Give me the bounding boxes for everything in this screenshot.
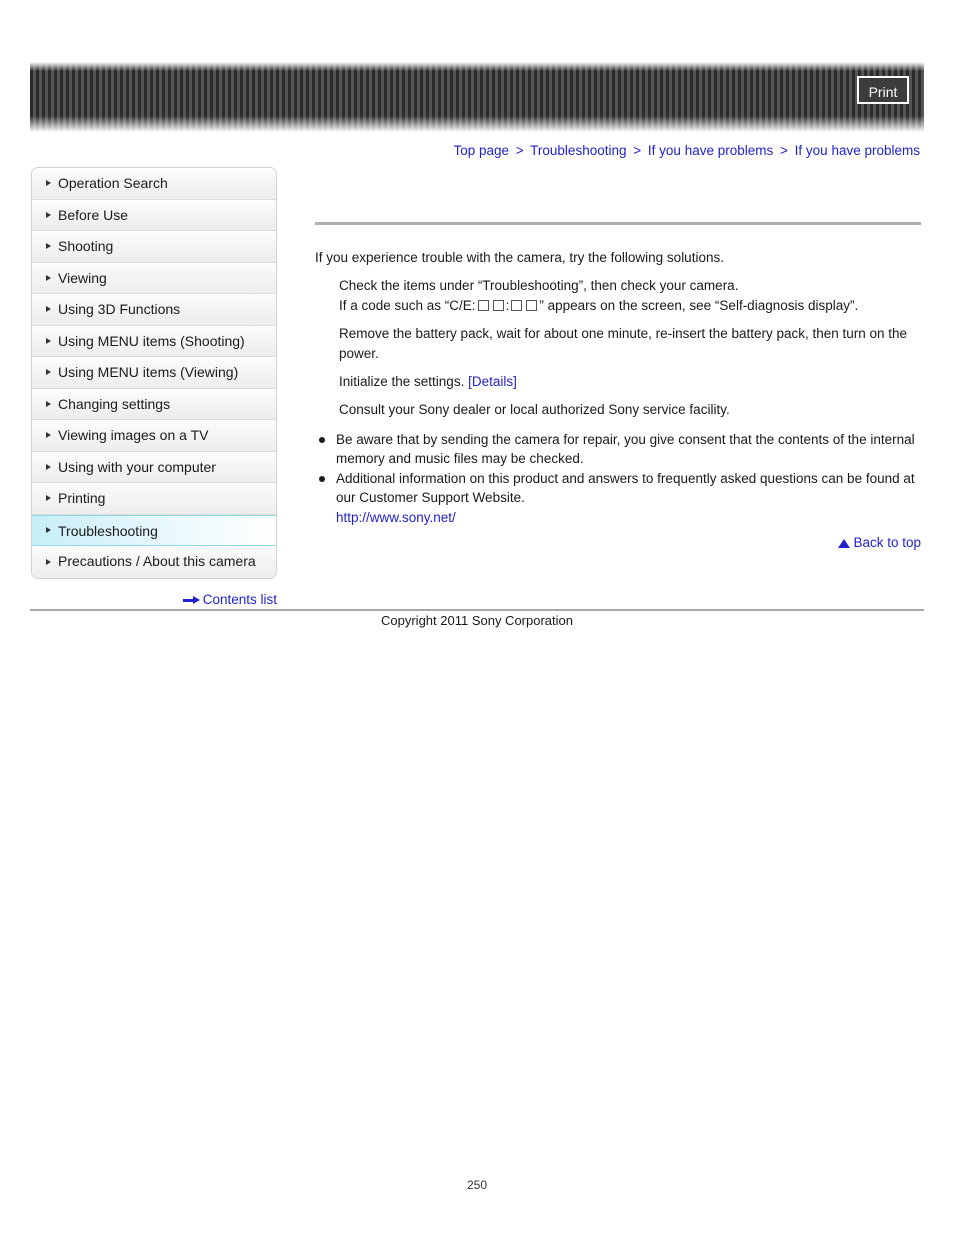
list-item: Additional information on this product a…: [315, 469, 921, 527]
notes-bullet-list: Be aware that by sending the camera for …: [315, 430, 921, 527]
triangle-up-icon: [838, 539, 851, 548]
breadcrumb-separator: >: [633, 143, 642, 158]
step-consult-dealer: Consult your Sony dealer or local author…: [339, 402, 730, 417]
arrow-right-icon: [182, 596, 200, 605]
sidebar-item-printing[interactable]: Printing: [32, 483, 276, 515]
sidebar-item-troubleshooting[interactable]: Troubleshooting: [32, 514, 276, 546]
sony-support-url-link[interactable]: http://www.sony.net/: [336, 508, 456, 527]
sidebar-item-using-menu-items-shooting[interactable]: Using MENU items (Shooting): [32, 325, 276, 357]
print-button[interactable]: Print: [857, 76, 909, 104]
intro-paragraph: If you experience trouble with the camer…: [315, 250, 724, 265]
step-code-suffix: ” appears on the screen, see “Self-diagn…: [539, 298, 859, 313]
step-code-mid: :: [505, 298, 510, 313]
triangle-bullet-icon: [46, 337, 51, 344]
breadcrumb-item-current[interactable]: If you have problems: [795, 143, 920, 158]
sidebar-item-using-menu-items-viewing[interactable]: Using MENU items (Viewing): [32, 357, 276, 389]
sidebar-item-label: Troubleshooting: [58, 522, 158, 539]
square-box-icon: [526, 300, 538, 311]
list-item: Be aware that by sending the camera for …: [315, 430, 921, 468]
breadcrumb-item-troubleshooting[interactable]: Troubleshooting: [530, 143, 626, 158]
square-box-icon: [492, 300, 504, 311]
sidebar-item-label: Before Use: [58, 206, 129, 223]
header-banner: Print: [30, 62, 924, 132]
sidebar-item-using-with-your-computer[interactable]: Using with your computer: [32, 451, 276, 483]
note-support-website: Additional information on this product a…: [336, 471, 915, 505]
sidebar-item-shooting[interactable]: Shooting: [32, 231, 276, 263]
sidebar-item-label: Using with your computer: [58, 458, 216, 475]
step-check-items: Check the items under “Troubleshooting”,…: [339, 278, 739, 293]
sidebar-item-label: Operation Search: [58, 175, 168, 191]
sidebar-item-viewing-images-on-a-tv[interactable]: Viewing images on a TV: [32, 420, 276, 452]
breadcrumb: Top page > Troubleshooting > If you have…: [453, 143, 920, 158]
main-content: If you experience trouble with the camer…: [315, 222, 921, 528]
triangle-bullet-icon: [46, 274, 51, 281]
triangle-bullet-icon: [46, 463, 51, 470]
contents-list-link[interactable]: Contents list: [31, 592, 277, 607]
square-box-icon: [511, 300, 523, 311]
sidebar-item-before-use[interactable]: Before Use: [32, 199, 276, 231]
contents-list-label: Contents list: [202, 592, 277, 607]
back-to-top-link[interactable]: Back to top: [315, 535, 921, 550]
sidebar-item-label: Using MENU items (Shooting): [58, 332, 245, 349]
triangle-bullet-icon: [46, 369, 51, 376]
triangle-bullet-icon: [46, 180, 51, 187]
note-repair-consent: Be aware that by sending the camera for …: [336, 432, 915, 466]
triangle-bullet-icon: [46, 243, 51, 250]
triangle-bullet-icon: [46, 400, 51, 407]
sidebar-item-label: Shooting: [58, 238, 114, 254]
sidebar-item-label: Changing settings: [58, 395, 171, 412]
triangle-bullet-icon: [46, 527, 51, 534]
step-remove-battery: Remove the battery pack, wait for about …: [339, 326, 908, 361]
sidebar-item-viewing[interactable]: Viewing: [32, 262, 276, 294]
sidebar-item-operation-search[interactable]: Operation Search: [32, 168, 276, 200]
breadcrumb-separator: >: [515, 143, 524, 158]
sidebar-item-precautions-about-this-camera[interactable]: Precautions / About this camera: [32, 546, 276, 578]
sidebar-item-label: Printing: [58, 490, 106, 506]
copyright-text: Copyright 2011 Sony Corporation: [381, 613, 573, 628]
square-box-icon: [477, 300, 489, 311]
triangle-bullet-icon: [46, 558, 51, 565]
sidebar-item-label: Precautions / About this camera: [58, 553, 256, 569]
sidebar-nav: Operation Search Before Use Shooting Vie…: [31, 167, 277, 579]
triangle-bullet-icon: [46, 211, 51, 218]
sidebar-item-label: Viewing: [58, 269, 107, 286]
triangle-bullet-icon: [46, 495, 51, 502]
page-number: 250: [466, 1178, 488, 1192]
triangle-bullet-icon: [46, 432, 51, 439]
sidebar-item-using-3d-functions[interactable]: Using 3D Functions: [32, 294, 276, 326]
footer-divider: [30, 609, 924, 611]
back-to-top-label: Back to top: [853, 535, 921, 550]
content-divider: [315, 222, 921, 225]
sidebar-item-label: Using 3D Functions: [58, 301, 181, 317]
breadcrumb-separator: >: [780, 143, 788, 158]
breadcrumb-item-top-page[interactable]: Top page: [453, 143, 509, 158]
sidebar-item-label: Using MENU items (Viewing): [58, 364, 239, 380]
sidebar-item-changing-settings[interactable]: Changing settings: [32, 388, 276, 420]
details-link[interactable]: [Details]: [468, 374, 517, 389]
sidebar-item-label: Viewing images on a TV: [58, 427, 209, 443]
breadcrumb-item-if-you-have-problems[interactable]: If you have problems: [648, 143, 773, 158]
step-initialize-text: Initialize the settings.: [339, 374, 465, 389]
triangle-bullet-icon: [46, 306, 51, 313]
step-code-prefix: If a code such as “C/E:: [339, 298, 476, 313]
step-code-message: If a code such as “C/E:: ” appears on the…: [315, 296, 921, 316]
step-initialize-settings: Initialize the settings. [Details]: [315, 372, 921, 392]
